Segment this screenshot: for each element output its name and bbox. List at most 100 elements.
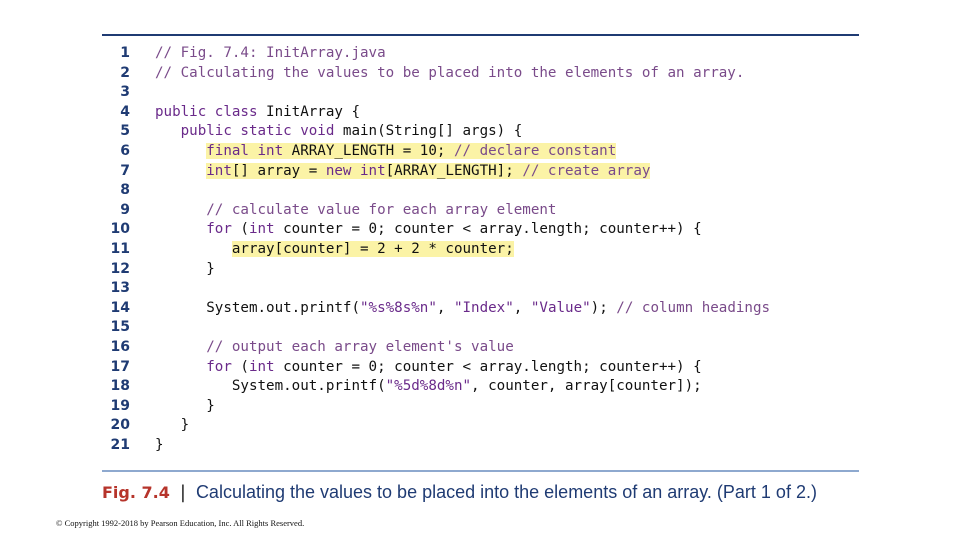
code-line: 20 }	[102, 416, 862, 436]
line-number: 15	[110, 319, 130, 336]
code-text: public static void main(String[] args) {	[155, 122, 523, 142]
code-token: System.out.printf(	[155, 299, 360, 316]
highlighted-code-token: [] array =	[231, 162, 326, 179]
line-number: 19	[110, 397, 130, 414]
line-number: 14	[110, 299, 130, 316]
code-token: (	[240, 358, 249, 375]
line-number: 7	[120, 162, 130, 179]
line-number: 2	[120, 64, 130, 81]
code-line: 13	[102, 279, 862, 299]
code-text: public class InitArray {	[155, 103, 360, 123]
line-number: 3	[120, 84, 130, 101]
code-line: 21}	[102, 436, 862, 456]
code-line: 17 for (int counter = 0; counter < array…	[102, 358, 862, 378]
code-token: int	[248, 221, 284, 238]
code-token: // output each array element's value	[155, 338, 514, 355]
highlighted-code-token: ARRAY_LENGTH = 10;	[291, 142, 454, 159]
line-number: 4	[120, 103, 130, 120]
code-line: 9 // calculate value for each array elem…	[102, 201, 862, 221]
figure-caption: Fig. 7.4 | Calculating the values to be pl…	[102, 482, 817, 503]
highlighted-code-token: final int	[206, 142, 292, 159]
highlighted-code-token: // declare constant	[453, 142, 617, 159]
code-text: for (int counter = 0; counter < array.le…	[155, 220, 701, 240]
caption-separator: |	[179, 482, 186, 503]
code-line: 10 for (int counter = 0; counter < array…	[102, 220, 862, 240]
line-number: 18	[110, 378, 130, 395]
code-text: int[] array = new int[ARRAY_LENGTH]; // …	[155, 162, 651, 182]
code-text: final int ARRAY_LENGTH = 10; // declare …	[155, 142, 617, 162]
code-line: 19 }	[102, 397, 862, 417]
line-number: 10	[110, 221, 130, 238]
code-line: 8	[102, 181, 862, 201]
line-number: 16	[110, 338, 130, 355]
top-rule	[102, 34, 859, 36]
code-token: // Calculating the values to be placed i…	[155, 64, 745, 81]
code-line: 18 System.out.printf("%5d%8d%n", counter…	[102, 377, 862, 397]
code-token: int	[248, 358, 284, 375]
highlighted-code-token: new int	[325, 162, 386, 179]
bottom-rule	[102, 470, 859, 472]
code-token: // Fig. 7.4: InitArray.java	[155, 45, 386, 61]
code-line: 5 public static void main(String[] args)…	[102, 122, 862, 142]
code-token: "%s%8s%n"	[360, 299, 437, 316]
code-text: }	[155, 260, 215, 280]
code-text: System.out.printf("%5d%8d%n", counter, a…	[155, 377, 702, 397]
highlighted-code-token: // create array	[522, 162, 651, 179]
code-token: InitArray {	[266, 103, 361, 120]
code-token: System.out.printf(	[155, 378, 386, 395]
code-token: );	[590, 299, 617, 316]
line-number: 12	[110, 260, 130, 277]
code-line: 4 public class InitArray {	[102, 103, 862, 123]
code-text: }	[155, 436, 164, 456]
highlighted-code-token: array[counter] = 2 + 2 * counter;	[231, 240, 514, 257]
code-token: ,	[436, 299, 454, 316]
highlighted-code-token: [ARRAY_LENGTH];	[385, 162, 523, 179]
code-text: // calculate value for each array elemen…	[155, 201, 556, 221]
code-line: 12 }	[102, 260, 862, 280]
code-listing: 1 // Fig. 7.4: InitArray.java 2 // Calculat…	[102, 44, 862, 455]
code-text: // Fig. 7.4: InitArray.java	[155, 44, 386, 64]
code-line: 6 final int ARRAY_LENGTH = 10; // declar…	[102, 142, 862, 162]
code-text: array[counter] = 2 + 2 * counter;	[155, 240, 514, 260]
line-number: 9	[120, 201, 130, 218]
code-line: 2 // Calculating the values to be placed …	[102, 64, 862, 84]
code-line: 11 array[counter] = 2 + 2 * counter;	[102, 240, 862, 260]
code-text: // output each array element's value	[155, 338, 514, 358]
line-number: 20	[110, 417, 130, 434]
code-line: 3	[102, 83, 862, 103]
code-line: 14 System.out.printf("%s%8s%n", "Index",…	[102, 299, 862, 319]
line-number: 8	[120, 182, 130, 199]
code-line: 1 // Fig. 7.4: InitArray.java	[102, 44, 862, 64]
line-number: 21	[110, 436, 130, 453]
code-token: for	[206, 358, 241, 375]
code-text: }	[155, 416, 190, 436]
code-text: for (int counter = 0; counter < array.le…	[155, 358, 702, 378]
highlighted-code-token: int	[206, 162, 232, 179]
figure-label: Fig. 7.4	[102, 483, 170, 502]
code-line: 16 // output each array element's value	[102, 338, 862, 358]
code-token: public class	[155, 103, 267, 120]
code-token: main(String[] args) {	[342, 123, 523, 140]
caption-text: Calculating the values to be placed into…	[195, 482, 817, 502]
code-text: System.out.printf("%s%8s%n", "Index", "V…	[155, 299, 770, 319]
line-number: 6	[120, 142, 130, 159]
code-line: 15	[102, 318, 862, 338]
code-token: }	[155, 260, 215, 277]
code-line: 7 int[] array = new int[ARRAY_LENGTH]; /…	[102, 162, 862, 182]
code-token: public static void	[155, 123, 343, 140]
code-token: (	[240, 221, 249, 238]
code-token: "Value"	[530, 299, 591, 316]
code-token: for	[206, 221, 241, 238]
code-token: }	[155, 397, 215, 414]
line-number: 5	[120, 123, 130, 140]
code-token: counter = 0; counter < array.length; cou…	[283, 358, 702, 375]
line-number: 1	[120, 45, 130, 61]
code-text: // Calculating the values to be placed i…	[155, 64, 744, 84]
line-number: 13	[110, 280, 130, 297]
copyright-notice: © Copyright 1992-2018 by Pearson Educati…	[56, 518, 305, 528]
line-number: 11	[110, 240, 130, 257]
